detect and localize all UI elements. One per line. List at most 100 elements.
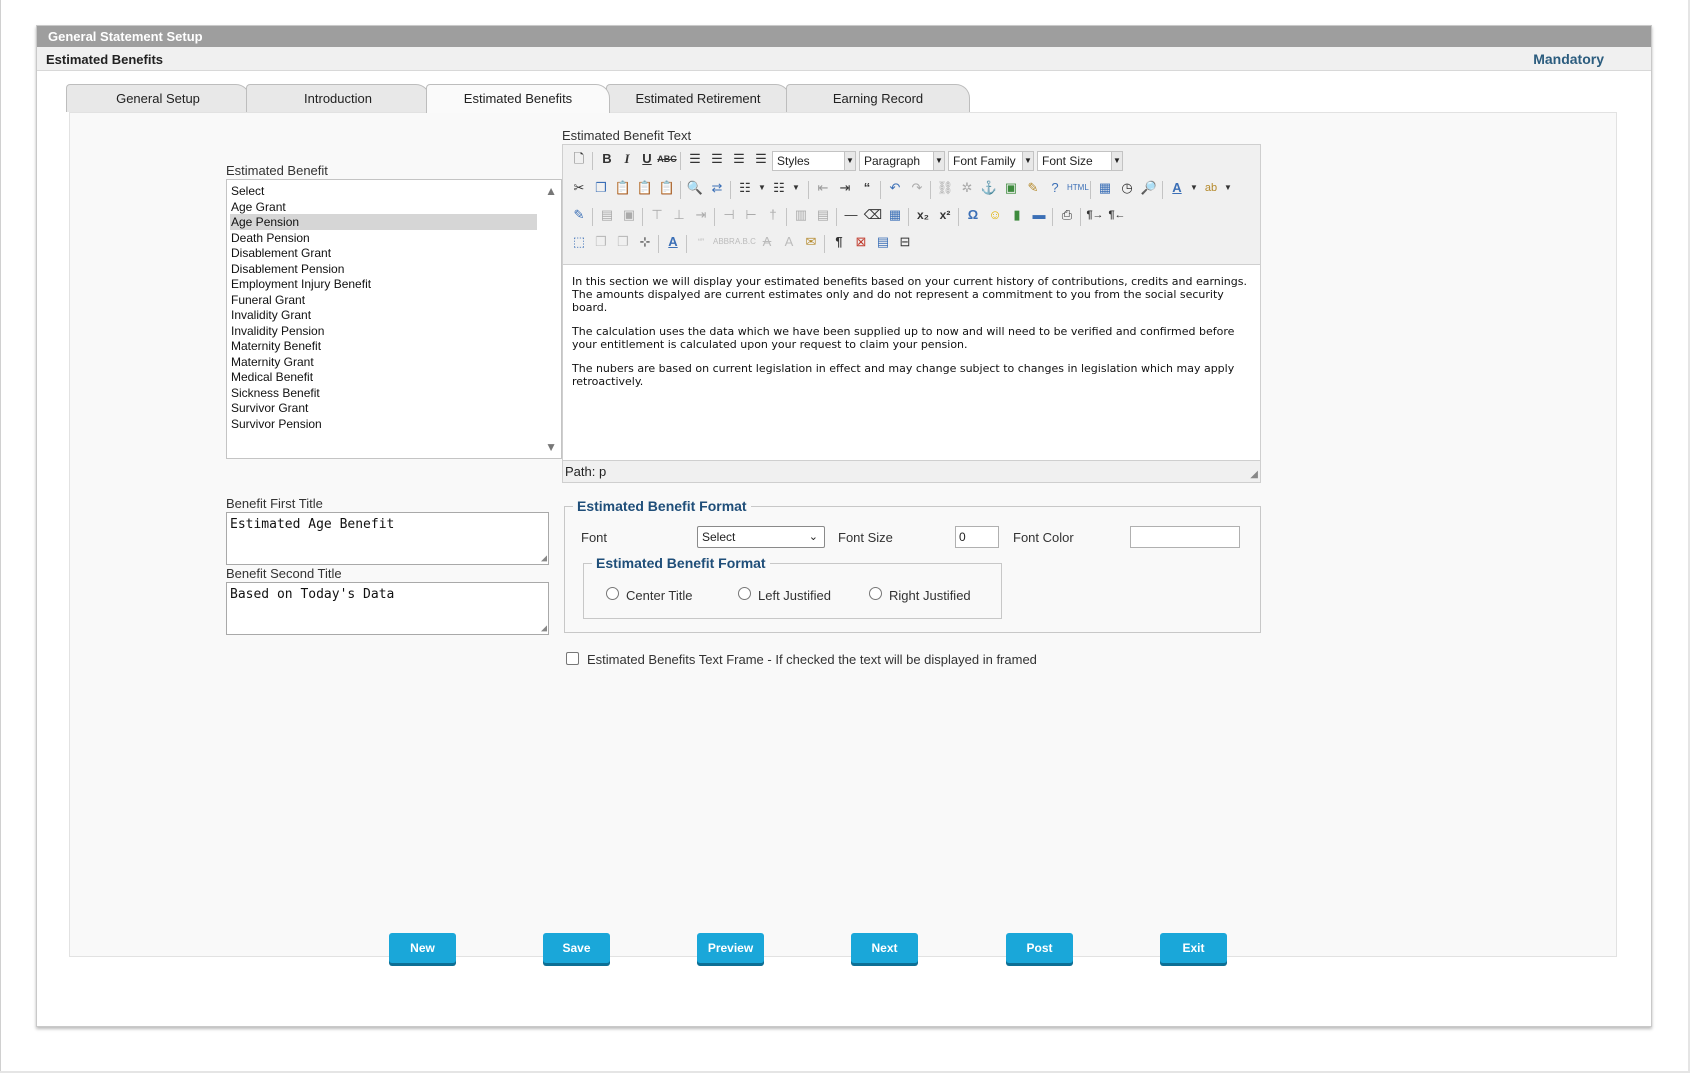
tab-estimated-retirement[interactable]: Estimated Retirement bbox=[606, 84, 790, 112]
scroll-up-icon[interactable]: ▲ bbox=[545, 184, 557, 198]
acronym-icon[interactable]: A.B.C bbox=[735, 232, 756, 252]
absolute-position-icon[interactable]: ⊹ bbox=[635, 232, 655, 252]
list-item[interactable]: Death Pension bbox=[230, 230, 537, 246]
superscript-icon[interactable]: x² bbox=[935, 205, 955, 225]
media-icon[interactable]: ▮ bbox=[1007, 205, 1027, 225]
insert-row-after-icon[interactable]: ⊥ bbox=[669, 205, 689, 225]
page-break-icon[interactable]: ⊟ bbox=[895, 232, 915, 252]
redo-icon[interactable]: ↷ bbox=[907, 178, 927, 198]
editor-content[interactable]: In this section we will display your est… bbox=[563, 264, 1260, 475]
text-frame-checkbox[interactable] bbox=[566, 652, 579, 665]
font-color-input[interactable] bbox=[1130, 526, 1240, 548]
list-item[interactable]: Employment Injury Benefit bbox=[230, 276, 537, 292]
italic-icon[interactable]: I bbox=[617, 149, 637, 169]
resize-grip-icon[interactable]: ◢ bbox=[1250, 470, 1258, 480]
edit-table-icon[interactable]: ✎ bbox=[569, 205, 589, 225]
split-cells-icon[interactable]: ▥ bbox=[791, 205, 811, 225]
cut-icon[interactable]: ✂ bbox=[569, 178, 589, 198]
link-icon[interactable]: ⛓ bbox=[935, 178, 955, 198]
align-right-icon[interactable]: ☰ bbox=[729, 149, 749, 169]
insert-time-icon[interactable]: ◷ bbox=[1117, 178, 1137, 198]
list-item[interactable]: Survivor Pension bbox=[230, 416, 537, 432]
benefit-first-title-input[interactable]: Estimated Age Benefit ◢ bbox=[226, 512, 549, 565]
attributes-icon[interactable]: ✉ bbox=[801, 232, 821, 252]
cite-icon[interactable]: “” bbox=[691, 232, 711, 252]
font-family-select[interactable]: Font Family ▼ bbox=[948, 151, 1034, 171]
abbreviation-icon[interactable]: ABBR bbox=[713, 232, 735, 252]
insert-col-before-icon[interactable]: ⊣ bbox=[719, 205, 739, 225]
post-button[interactable]: Post bbox=[1006, 933, 1073, 963]
list-item[interactable]: Maternity Grant bbox=[230, 354, 537, 370]
tab-estimated-benefits[interactable]: Estimated Benefits bbox=[426, 84, 610, 113]
paste-text-icon[interactable]: 📋 bbox=[635, 178, 655, 198]
tab-earning-record[interactable]: Earning Record bbox=[786, 84, 970, 112]
row-properties-icon[interactable]: ▤ bbox=[597, 205, 617, 225]
paragraph-select[interactable]: Paragraph ▼ bbox=[859, 151, 945, 171]
anchor-icon[interactable]: ⚓ bbox=[979, 178, 999, 198]
horizontal-rule-icon[interactable]: — bbox=[841, 205, 861, 225]
insert-date-icon[interactable]: ▦ bbox=[1095, 178, 1115, 198]
deletion-icon[interactable]: A bbox=[757, 232, 777, 252]
font-size-input[interactable]: 0 bbox=[955, 526, 999, 548]
next-button[interactable]: Next bbox=[851, 933, 918, 963]
remove-format-icon[interactable]: ⌫ bbox=[863, 205, 883, 225]
advanced-hr-icon[interactable]: ▬ bbox=[1029, 205, 1049, 225]
print-icon[interactable]: ⎙ bbox=[1057, 205, 1077, 225]
list-item[interactable]: Sickness Benefit bbox=[230, 385, 537, 401]
list-item[interactable]: Invalidity Grant bbox=[230, 307, 537, 323]
insert-row-before-icon[interactable]: ⊤ bbox=[647, 205, 667, 225]
paste-word-icon[interactable]: 📋 bbox=[657, 178, 677, 198]
undo-icon[interactable]: ↶ bbox=[885, 178, 905, 198]
new-button[interactable]: New bbox=[389, 933, 456, 963]
list-item[interactable]: Select bbox=[230, 183, 537, 199]
delete-col-icon[interactable]: † bbox=[763, 205, 783, 225]
list-item[interactable]: Age Pension bbox=[230, 214, 537, 230]
estimated-benefit-listbox[interactable]: Select Age Grant Age Pension Death Pension D… bbox=[226, 179, 562, 459]
chevron-down-icon[interactable]: ▼ bbox=[786, 178, 806, 198]
blockquote-icon[interactable]: “ bbox=[857, 178, 877, 198]
style-props-icon[interactable]: A bbox=[663, 232, 683, 252]
list-item[interactable]: Maternity Benefit bbox=[230, 338, 537, 354]
visual-chars-icon[interactable]: ⊠ bbox=[851, 232, 871, 252]
image-icon[interactable]: ▣ bbox=[1001, 178, 1021, 198]
ltr-icon[interactable]: ¶→ bbox=[1085, 205, 1105, 225]
insertion-icon[interactable]: A bbox=[779, 232, 799, 252]
list-item[interactable]: Medical Benefit bbox=[230, 369, 537, 385]
cleanup-icon[interactable]: ✎ bbox=[1023, 178, 1043, 198]
unlink-icon[interactable]: ✲ bbox=[957, 178, 977, 198]
list-item[interactable]: Age Grant bbox=[230, 199, 537, 215]
outdent-icon[interactable]: ⇤ bbox=[813, 178, 833, 198]
insert-table-icon[interactable]: ▦ bbox=[885, 205, 905, 225]
show-blocks-icon[interactable]: ¶ bbox=[829, 232, 849, 252]
cell-properties-icon[interactable]: ▣ bbox=[619, 205, 639, 225]
subscript-icon[interactable]: x₂ bbox=[913, 205, 933, 225]
paste-icon[interactable]: 📋 bbox=[613, 178, 633, 198]
underline-icon[interactable]: U bbox=[637, 149, 657, 169]
special-char-icon[interactable]: Ω bbox=[963, 205, 983, 225]
help-icon[interactable]: ? bbox=[1045, 178, 1065, 198]
left-justified-radio[interactable] bbox=[738, 587, 751, 600]
save-button[interactable]: Save bbox=[543, 933, 610, 963]
indent-icon[interactable]: ⇥ bbox=[835, 178, 855, 198]
preview-icon[interactable]: 🔎 bbox=[1139, 178, 1159, 198]
emoticons-icon[interactable]: ☺ bbox=[985, 205, 1005, 225]
font-select[interactable]: Select ⌄ bbox=[697, 526, 825, 548]
benefit-second-title-input[interactable]: Based on Today's Data ◢ bbox=[226, 582, 549, 635]
delete-row-icon[interactable]: ⇥ bbox=[691, 205, 711, 225]
find-icon[interactable]: 🔍 bbox=[685, 178, 705, 198]
list-item[interactable]: Funeral Grant bbox=[230, 292, 537, 308]
tab-introduction[interactable]: Introduction bbox=[246, 84, 430, 112]
html-source-icon[interactable]: HTML bbox=[1067, 178, 1089, 198]
preview-button[interactable]: Preview bbox=[697, 933, 764, 963]
replace-icon[interactable]: ⇄ bbox=[707, 178, 727, 198]
insert-layer-icon[interactable]: ⬚ bbox=[569, 232, 589, 252]
copy-icon[interactable]: ❐ bbox=[591, 178, 611, 198]
strikethrough-icon[interactable]: ABC bbox=[657, 149, 677, 169]
move-forward-icon[interactable]: ❐ bbox=[591, 232, 611, 252]
align-left-icon[interactable]: ☰ bbox=[685, 149, 705, 169]
bold-icon[interactable]: B bbox=[597, 149, 617, 169]
font-size-select[interactable]: Font Size ▼ bbox=[1037, 151, 1123, 171]
list-item[interactable]: Invalidity Pension bbox=[230, 323, 537, 339]
list-item[interactable]: Survivor Grant bbox=[230, 400, 537, 416]
template-icon[interactable]: ▤ bbox=[873, 232, 893, 252]
